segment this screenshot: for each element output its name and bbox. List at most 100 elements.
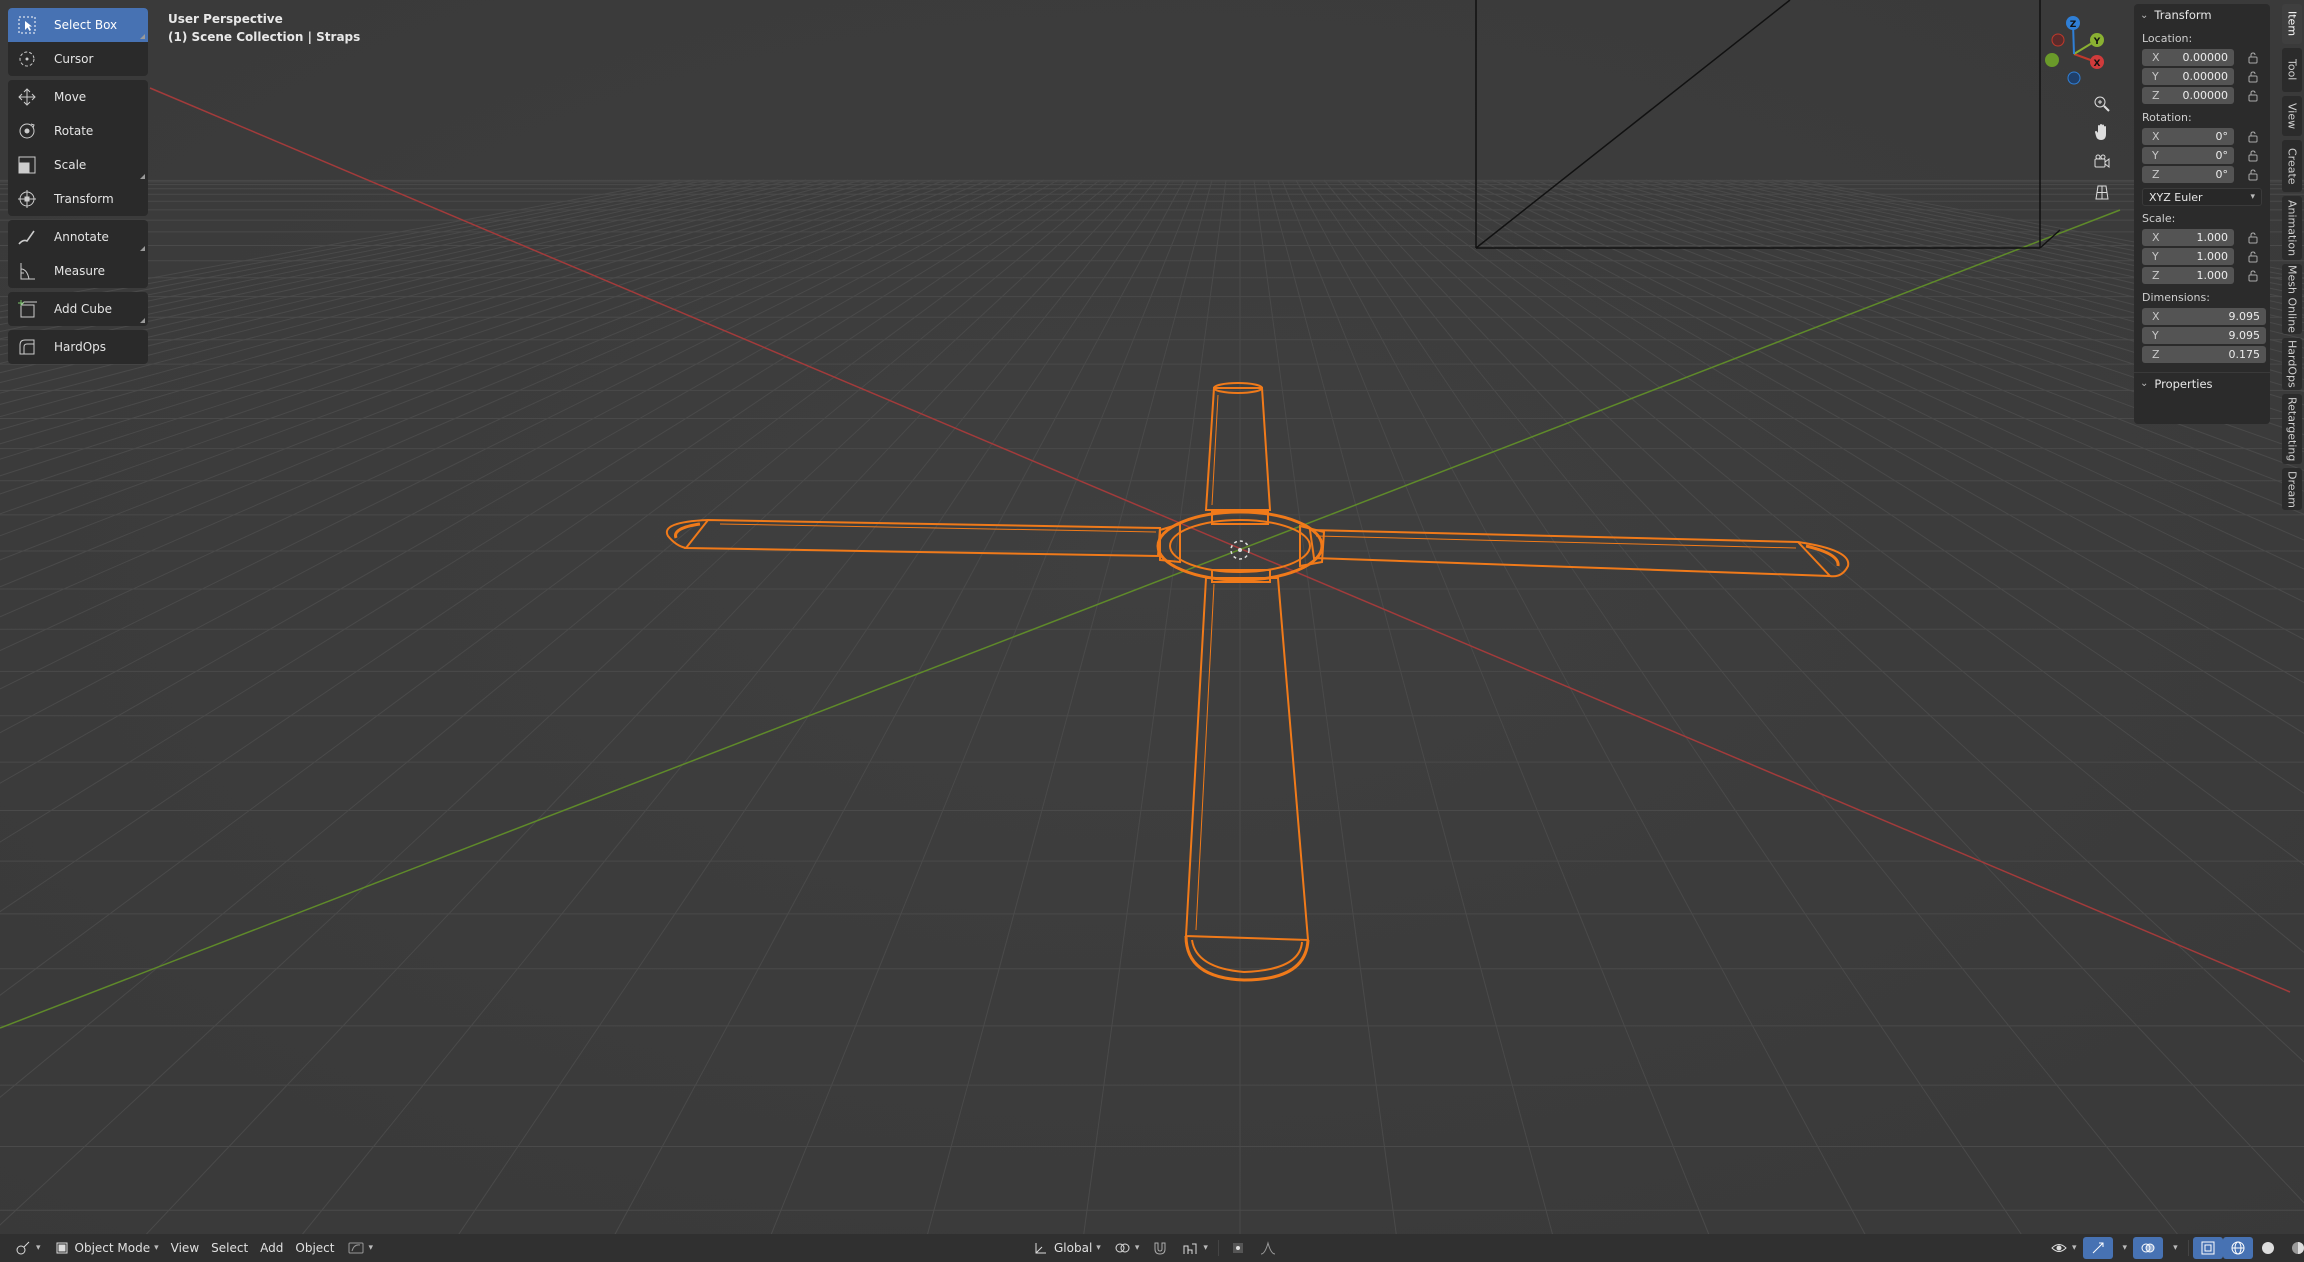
lock-icon[interactable] [2246, 70, 2260, 84]
scale-field-x[interactable]: X 1.000 [2142, 229, 2234, 246]
chevron-down-icon: ▾ [2173, 1243, 2178, 1253]
object-mode-icon [53, 1239, 71, 1257]
field-value: 9.095 [2228, 329, 2261, 342]
3d-viewport[interactable] [0, 0, 2304, 1262]
lock-icon[interactable] [2246, 250, 2260, 264]
tool-cursor[interactable]: Cursor [8, 42, 148, 76]
sidebar-tab-tool[interactable]: Tool [2282, 48, 2302, 92]
tool-move[interactable]: Move [8, 80, 148, 114]
location-field-y[interactable]: Y 0.00000 [2142, 68, 2234, 85]
pivot-point-select[interactable]: ▾ [1107, 1237, 1146, 1259]
axis-label: Y [2152, 250, 2159, 263]
field-value: 0.00000 [2182, 70, 2229, 83]
snap-toggle[interactable] [1145, 1237, 1175, 1259]
properties-panel-header[interactable]: ⌄ Properties [2134, 372, 2270, 394]
rotation-mode-value: XYZ Euler [2149, 190, 2203, 204]
rotation-field-x[interactable]: X 0° [2142, 128, 2234, 145]
proportional-falloff-select[interactable] [1253, 1237, 1283, 1259]
tool-select-box[interactable]: Select Box [8, 8, 148, 42]
sidebar-tab-dream[interactable]: Dream [2282, 468, 2302, 510]
lock-icon[interactable] [2246, 231, 2260, 245]
sidebar-tab-view[interactable]: View [2282, 96, 2302, 136]
eye-icon [2050, 1239, 2068, 1257]
rotation-row-x: X 0° [2134, 127, 2270, 146]
sidebar-tab-mesh-online[interactable]: Mesh Online [2282, 264, 2302, 334]
menu-object[interactable]: Object [289, 1237, 340, 1259]
grid-icon [2093, 183, 2111, 205]
lock-icon[interactable] [2246, 51, 2260, 65]
tool-annotate[interactable]: Annotate [8, 220, 148, 254]
visibility-select[interactable]: ▾ [2044, 1237, 2083, 1259]
shading-material[interactable] [2283, 1237, 2304, 1259]
tool-add-cube[interactable]: Add Cube [8, 292, 148, 326]
rotation-field-y[interactable]: Y 0° [2142, 147, 2234, 164]
snap-increment-icon [1181, 1239, 1199, 1257]
editor-type-button[interactable]: ▾ [8, 1237, 47, 1259]
menu-select[interactable]: Select [205, 1237, 254, 1259]
proportional-edit-toggle[interactable] [1223, 1237, 1253, 1259]
chevron-down-icon: ▾ [154, 1243, 159, 1253]
tool-hardops[interactable]: HardOps [8, 330, 148, 364]
lock-icon[interactable] [2246, 269, 2260, 283]
sidebar-tab-animation[interactable]: Animation [2282, 196, 2302, 260]
dimensions-label: Dimensions: [2142, 291, 2210, 304]
rotation-row-z: Z 0° [2134, 165, 2270, 184]
gizmo-toggle[interactable] [2082, 1237, 2113, 1259]
gizmo-neg-z[interactable] [2067, 71, 2081, 85]
scale-field-z[interactable]: Z 1.000 [2142, 267, 2234, 284]
lock-icon[interactable] [2246, 89, 2260, 103]
sidebar-tab-item[interactable]: Item [2282, 4, 2302, 44]
tool-transform[interactable]: Transform [8, 182, 148, 216]
axis-label: Z [2152, 89, 2160, 102]
tool-rotate[interactable]: Rotate [8, 114, 148, 148]
dimensions-field-z[interactable]: Z 0.175 [2142, 346, 2266, 363]
lock-icon[interactable] [2246, 130, 2260, 144]
sidebar-tab-retargeting[interactable]: Retargeting [2282, 394, 2302, 464]
add-cube-icon [16, 298, 38, 320]
zoom-icon [2093, 95, 2111, 117]
axis-label: Y [2152, 70, 2159, 83]
chevron-down-icon: ▾ [2072, 1243, 2077, 1253]
lock-icon[interactable] [2246, 168, 2260, 182]
dimensions-field-y[interactable]: Y 9.095 [2142, 327, 2266, 344]
location-field-x[interactable]: X 0.00000 [2142, 49, 2234, 66]
rotation-field-z[interactable]: Z 0° [2142, 166, 2234, 183]
zoom-button[interactable] [2090, 94, 2114, 118]
camera-view-button[interactable] [2090, 152, 2114, 176]
menu-view[interactable]: View [165, 1237, 205, 1259]
transform-panel-header[interactable]: ⌄ Transform [2134, 4, 2270, 26]
location-row-z: Z 0.00000 [2134, 86, 2270, 105]
rotation-mode-select[interactable]: XYZ Euler ▾ [2142, 188, 2262, 206]
shading-wireframe[interactable] [2222, 1237, 2253, 1259]
properties-header-label: Properties [2154, 376, 2213, 391]
location-label: Location: [2142, 32, 2193, 45]
gizmo-neg-x[interactable] [2051, 33, 2065, 47]
xray-toggle[interactable] [2192, 1237, 2223, 1259]
pan-button[interactable] [2090, 122, 2114, 146]
scale-label: Scale: [2142, 212, 2176, 225]
tool-scale[interactable]: Scale [8, 148, 148, 182]
tool-measure[interactable]: Measure [8, 254, 148, 288]
shading-solid[interactable] [2253, 1237, 2283, 1259]
tool-group-annotate: Annotate Measure [8, 220, 148, 288]
viewport-canvas[interactable] [0, 0, 2304, 1262]
lock-icon[interactable] [2246, 149, 2260, 163]
sidebar-tab-create[interactable]: Create [2282, 140, 2302, 192]
overlays-options[interactable]: ▾ [2163, 1237, 2184, 1259]
scale-field-y[interactable]: Y 1.000 [2142, 248, 2234, 265]
location-field-z[interactable]: Z 0.00000 [2142, 87, 2234, 104]
navigation-gizmo[interactable]: X Y Z [2040, 10, 2120, 90]
sidebar-tab-hardops[interactable]: HardOps [2282, 338, 2302, 390]
toggle-projection-button[interactable] [2090, 182, 2114, 206]
dimensions-field-x[interactable]: X 9.095 [2142, 308, 2266, 325]
axis-label: Y [2152, 329, 2159, 342]
gizmo-options[interactable]: ▾ [2113, 1237, 2134, 1259]
gpencil-menu-button[interactable]: ▾ [341, 1237, 380, 1259]
snap-target-select[interactable]: ▾ [1175, 1237, 1214, 1259]
menu-add[interactable]: Add [254, 1237, 289, 1259]
gizmo-neg-y[interactable] [2045, 53, 2059, 67]
transform-orientation-select[interactable]: Global ▾ [1026, 1237, 1107, 1259]
overlays-toggle[interactable] [2133, 1237, 2164, 1259]
mode-select[interactable]: Object Mode ▾ [47, 1237, 165, 1259]
location-row-y: Y 0.00000 [2134, 67, 2270, 86]
